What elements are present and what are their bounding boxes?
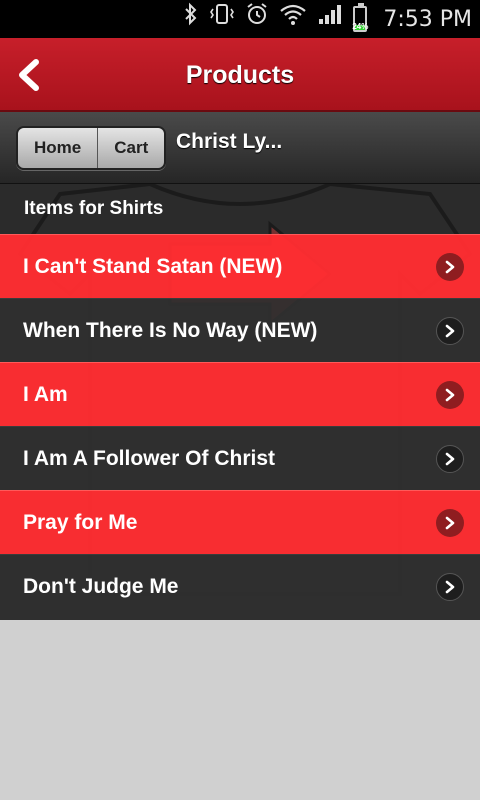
- nav-segment: Home Cart: [16, 126, 167, 170]
- category-title: Christ Ly...: [176, 130, 283, 153]
- list-item[interactable]: Don't Judge Me: [0, 554, 480, 620]
- list-item-label: When There Is No Way (NEW): [23, 319, 318, 342]
- toolbar: Home Cart Christ Ly...: [0, 112, 480, 184]
- page-title: Products: [185, 61, 295, 89]
- list-header: Items for Shirts: [24, 198, 164, 219]
- app-header: Products: [0, 38, 480, 112]
- chevron-right-icon: [436, 381, 464, 409]
- status-bar: 24% 7:53 PM: [0, 0, 480, 38]
- list-item-label: I Can't Stand Satan (NEW): [23, 255, 283, 278]
- list-item-label: Pray for Me: [23, 511, 138, 534]
- list-item-label: I Am: [23, 383, 68, 406]
- list-item[interactable]: I Am: [0, 362, 480, 426]
- list-item-label: Don't Judge Me: [23, 575, 179, 598]
- chevron-right-icon: [436, 509, 464, 537]
- list-item[interactable]: Pray for Me: [0, 490, 480, 554]
- signal-icon: [317, 0, 343, 38]
- alarm-icon: [245, 0, 269, 38]
- list-item[interactable]: When There Is No Way (NEW): [0, 298, 480, 362]
- list-item[interactable]: I Am A Follower Of Christ: [0, 426, 480, 490]
- clock: 7:53 PM: [383, 6, 472, 32]
- vibrate-icon: [209, 0, 235, 38]
- chevron-right-icon: [436, 573, 464, 601]
- product-list: Items for Shirts I Can't Stand Satan (NE…: [0, 184, 480, 620]
- chevron-right-icon: [436, 253, 464, 281]
- bluetooth-icon: [183, 0, 199, 38]
- chevron-right-icon: [436, 445, 464, 473]
- battery-percent: 24%: [352, 22, 369, 31]
- home-button[interactable]: Home: [18, 128, 99, 168]
- chevron-right-icon: [436, 317, 464, 345]
- cart-button[interactable]: Cart: [98, 128, 165, 168]
- battery-icon: 24%: [352, 3, 368, 32]
- list-item-label: I Am A Follower Of Christ: [23, 447, 276, 470]
- list-item[interactable]: I Can't Stand Satan (NEW): [0, 234, 480, 298]
- wifi-icon: [279, 0, 307, 38]
